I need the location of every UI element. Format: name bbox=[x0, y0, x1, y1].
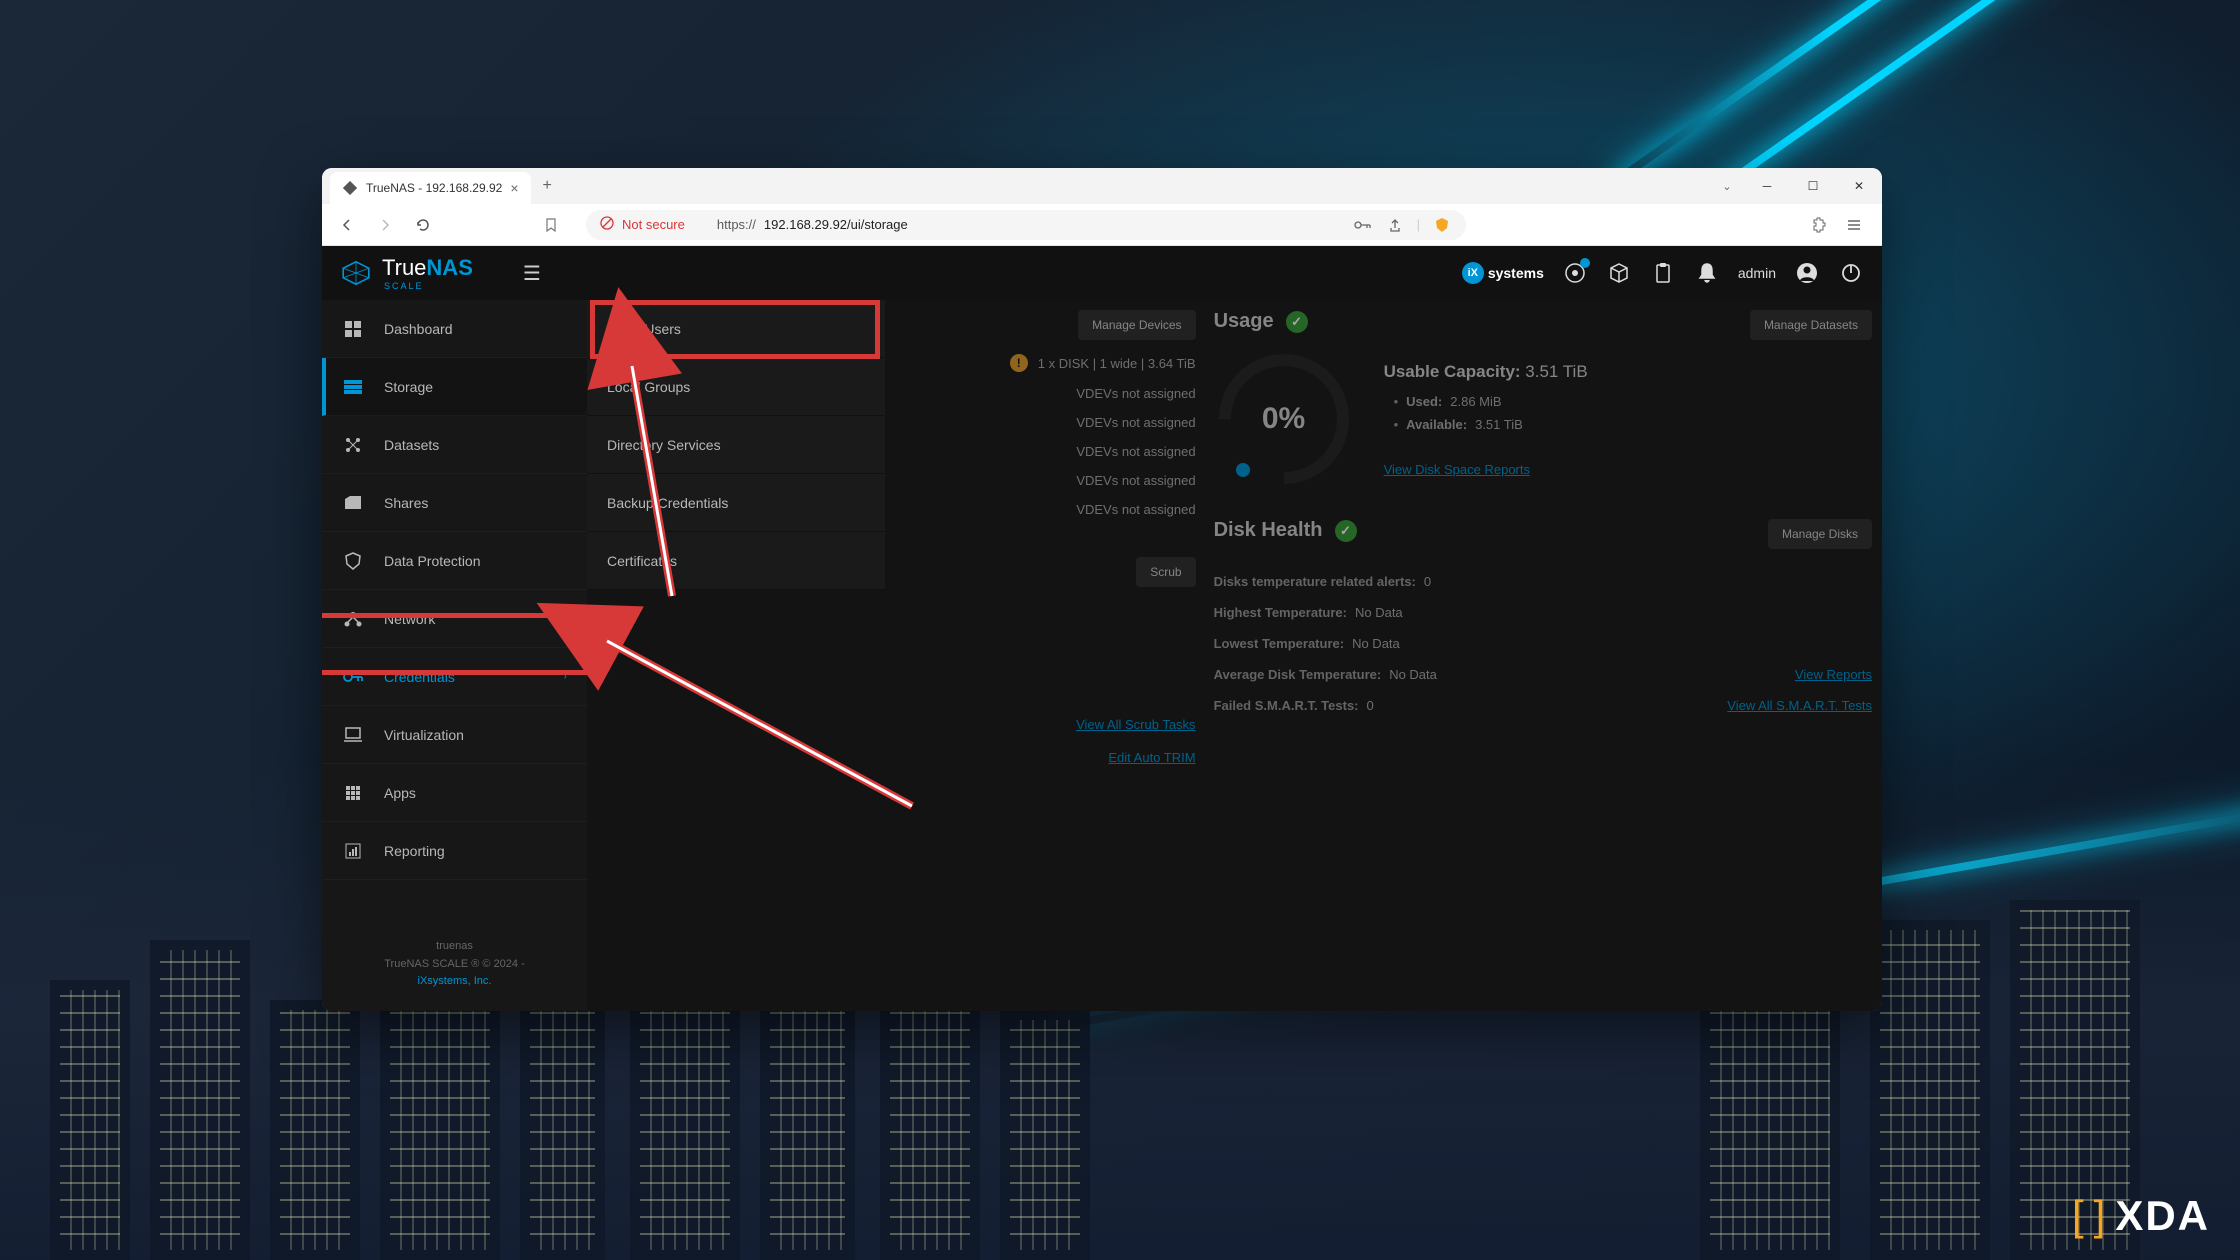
manage-devices-button[interactable]: Manage Devices bbox=[1078, 310, 1195, 340]
sidebar-footer: truenas TrueNAS SCALE ® © 2024 - iXsyste… bbox=[322, 922, 587, 1011]
clipboard-icon[interactable] bbox=[1650, 260, 1676, 286]
edit-auto-trim-link[interactable]: Edit Auto TRIM bbox=[1108, 750, 1195, 765]
status-icon[interactable] bbox=[1562, 260, 1588, 286]
check-icon: ✓ bbox=[1286, 311, 1308, 333]
tab-title: TrueNAS - 192.168.29.92 bbox=[366, 181, 502, 195]
dashboard-icon bbox=[342, 318, 364, 340]
sidebar-item-storage[interactable]: Storage bbox=[322, 358, 587, 416]
network-icon bbox=[342, 608, 364, 630]
tab-dropdown-icon[interactable]: ⌄ bbox=[1710, 168, 1744, 204]
hamburger-menu-icon[interactable]: ☰ bbox=[523, 261, 541, 286]
minimize-button[interactable]: ─ bbox=[1744, 168, 1790, 204]
xda-watermark: []XDA bbox=[2072, 1192, 2210, 1240]
truenas-logo-icon bbox=[340, 259, 372, 287]
view-smart-link[interactable]: View All S.M.A.R.T. Tests bbox=[1727, 698, 1872, 713]
close-tab-icon[interactable]: × bbox=[510, 180, 518, 196]
power-icon[interactable] bbox=[1838, 260, 1864, 286]
laptop-icon bbox=[342, 724, 364, 746]
sidebar-item-datasets[interactable]: Datasets bbox=[322, 416, 587, 474]
sidebar-item-apps[interactable]: Apps bbox=[322, 764, 587, 822]
url-path: 192.168.29.92/ui/storage bbox=[764, 217, 908, 232]
ix-logo-icon: iX bbox=[1462, 262, 1484, 284]
sidebar-nav: Dashboard Storage Datasets Shares Data P… bbox=[322, 300, 587, 1011]
url-scheme: https:// bbox=[717, 217, 756, 232]
check-icon: ✓ bbox=[1335, 520, 1357, 542]
not-secure-label: Not secure bbox=[622, 217, 685, 232]
shield-icon bbox=[342, 550, 364, 572]
browser-tab[interactable]: TrueNAS - 192.168.29.92 × bbox=[330, 172, 531, 204]
user-icon[interactable] bbox=[1794, 260, 1820, 286]
submenu-certificates[interactable]: Certificates bbox=[587, 532, 885, 590]
url-input[interactable]: Not secure https:// 192.168.29.92/ui/stor… bbox=[586, 210, 1466, 240]
forward-button[interactable] bbox=[370, 210, 400, 240]
truenas-logo[interactable]: TrueNAS SCALE bbox=[340, 255, 473, 291]
truenas-app: TrueNAS SCALE ☰ iX systems admin Dash bbox=[322, 246, 1882, 1011]
sidebar-item-reporting[interactable]: Reporting bbox=[322, 822, 587, 880]
maximize-button[interactable]: ☐ bbox=[1790, 168, 1836, 204]
key-icon bbox=[342, 666, 364, 688]
view-reports-link[interactable]: View Reports bbox=[1795, 667, 1872, 682]
warning-icon: ! bbox=[1010, 354, 1028, 372]
reload-button[interactable] bbox=[408, 210, 438, 240]
share-icon[interactable] bbox=[1385, 215, 1405, 235]
storage-icon bbox=[342, 376, 364, 398]
manage-datasets-button[interactable]: Manage Datasets bbox=[1750, 310, 1872, 340]
not-secure-icon bbox=[600, 216, 614, 233]
sidebar-item-network[interactable]: Network bbox=[322, 590, 587, 648]
close-window-button[interactable]: ✕ bbox=[1836, 168, 1882, 204]
brave-shield-icon[interactable] bbox=[1432, 215, 1452, 235]
cube-icon[interactable] bbox=[1606, 260, 1632, 286]
browser-window: TrueNAS - 192.168.29.92 × + ⌄ ─ ☐ ✕ Not … bbox=[322, 168, 1882, 1011]
submenu-backup-credentials[interactable]: Backup Credentials bbox=[587, 474, 885, 532]
menu-icon[interactable] bbox=[1844, 215, 1864, 235]
username-label: admin bbox=[1738, 265, 1776, 281]
app-topbar: TrueNAS SCALE ☰ iX systems admin bbox=[322, 246, 1882, 300]
datasets-icon bbox=[342, 434, 364, 456]
view-scrub-tasks-link[interactable]: View All Scrub Tasks bbox=[1076, 717, 1195, 732]
usage-gauge: 0% bbox=[1214, 349, 1354, 489]
right-panel: Usage✓ Manage Datasets 0% Usable Capacit… bbox=[1214, 310, 1872, 1001]
sidebar-item-credentials[interactable]: Credentials› bbox=[322, 648, 587, 706]
manage-disks-button[interactable]: Manage Disks bbox=[1768, 519, 1872, 549]
submenu-local-groups[interactable]: Local Groups bbox=[587, 358, 885, 416]
back-button[interactable] bbox=[332, 210, 362, 240]
credentials-submenu: Local Users Local Groups Directory Servi… bbox=[587, 300, 885, 590]
submenu-directory-services[interactable]: Directory Services bbox=[587, 416, 885, 474]
truenas-favicon-icon bbox=[342, 180, 358, 196]
shares-icon bbox=[342, 492, 364, 514]
sidebar-item-shares[interactable]: Shares bbox=[322, 474, 587, 532]
bookmark-icon[interactable] bbox=[536, 210, 566, 240]
sidebar-item-dashboard[interactable]: Dashboard bbox=[322, 300, 587, 358]
scrub-button[interactable]: Scrub bbox=[1136, 557, 1195, 587]
browser-titlebar: TrueNAS - 192.168.29.92 × + ⌄ ─ ☐ ✕ bbox=[322, 168, 1882, 204]
ixsystems-logo[interactable]: iX systems bbox=[1462, 260, 1544, 286]
submenu-local-users[interactable]: Local Users bbox=[587, 300, 885, 358]
apps-icon bbox=[342, 782, 364, 804]
bell-icon[interactable] bbox=[1694, 260, 1720, 286]
extensions-icon[interactable] bbox=[1810, 215, 1830, 235]
view-disk-space-link[interactable]: View Disk Space Reports bbox=[1384, 462, 1530, 477]
chevron-right-icon: › bbox=[564, 671, 567, 682]
key-icon[interactable] bbox=[1353, 215, 1373, 235]
reporting-icon bbox=[342, 840, 364, 862]
new-tab-button[interactable]: + bbox=[531, 168, 564, 204]
sidebar-item-data-protection[interactable]: Data Protection bbox=[322, 532, 587, 590]
sidebar-item-virtualization[interactable]: Virtualization bbox=[322, 706, 587, 764]
address-bar: Not secure https:// 192.168.29.92/ui/stor… bbox=[322, 204, 1882, 246]
